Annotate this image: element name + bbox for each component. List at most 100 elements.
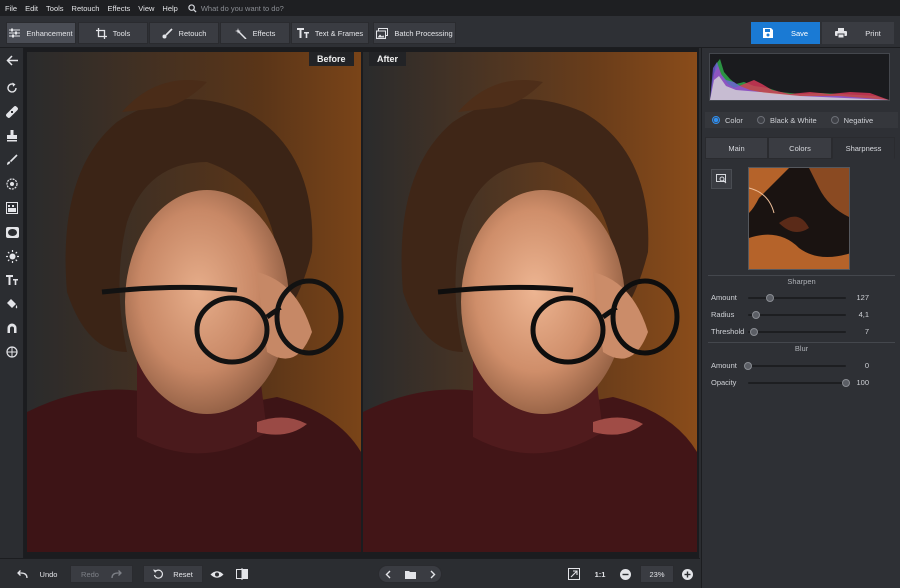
back-arrow-icon[interactable] [4, 52, 20, 68]
menu-tools[interactable]: Tools [46, 4, 64, 13]
slider-value: 4,1 [858, 310, 869, 319]
zoom-in-icon [681, 568, 693, 580]
rotate-icon[interactable] [4, 80, 20, 96]
fit-screen-button[interactable] [564, 565, 584, 583]
slider-label: Opacity [711, 378, 737, 387]
tab-retouch[interactable]: Retouch [149, 22, 219, 44]
fill-bucket-icon[interactable] [4, 296, 20, 312]
slider-label: Radius [711, 310, 735, 319]
slider-sharpen-amount[interactable]: Amount 127 [711, 292, 893, 304]
left-tool-strip [0, 48, 24, 558]
save-button[interactable]: Save [751, 22, 820, 44]
blur-section-title: Blur [794, 344, 809, 353]
subtab-main[interactable]: Main [705, 137, 768, 159]
eye-icon [210, 570, 224, 578]
subtab-colors[interactable]: Colors [768, 137, 832, 159]
sun-icon[interactable] [4, 248, 20, 264]
search-box[interactable]: What do you want to do? [188, 4, 284, 13]
after-label: After [369, 52, 407, 66]
tab-enhancement-label: Enhancement [26, 28, 73, 38]
fit-screen-icon [568, 568, 580, 580]
tab-enhancement[interactable]: Enhancement [6, 22, 76, 44]
radio-black-white[interactable] [756, 116, 765, 124]
adjustment-panel: Color Black & White Negative Main Colors… [701, 48, 900, 588]
images-icon [376, 27, 389, 39]
slider-track[interactable] [748, 379, 850, 387]
zoom-level-field[interactable]: 23% [640, 565, 674, 583]
preview-zoom-button[interactable] [711, 169, 732, 189]
crop-icon [95, 27, 107, 39]
slider-blur-amount[interactable]: Amount 0 [711, 360, 893, 372]
photo-canvas[interactable]: Before After [24, 48, 699, 558]
preview-eye-button[interactable] [206, 565, 228, 583]
print-button[interactable]: Print [822, 22, 894, 44]
zoom-in-button[interactable] [679, 565, 695, 583]
menu-effects[interactable]: Effects [107, 4, 130, 13]
sharpen-section-title: Sharpen [787, 277, 816, 286]
redo-button[interactable]: Redo [70, 565, 133, 583]
split-view-icon [236, 568, 248, 580]
slider-value: 0 [864, 361, 869, 370]
folder-icon[interactable] [404, 570, 416, 579]
tab-retouch-label: Retouch [178, 28, 207, 38]
tab-tools[interactable]: Tools [78, 22, 148, 44]
bottom-bar: Undo Redo Reset 1:1 23% [0, 558, 700, 588]
magic-wand-icon [234, 27, 247, 39]
undo-label: Undo [39, 569, 58, 579]
before-label: Before [309, 52, 354, 66]
tab-tools-label: Tools [112, 28, 131, 38]
slider-blur-opacity[interactable]: Opacity 100 [711, 377, 893, 389]
color-mode-group: Color Black & White Negative [705, 112, 898, 128]
zoom-out-button[interactable] [617, 565, 633, 583]
chevron-right-icon[interactable] [429, 570, 436, 579]
liquify-icon[interactable] [4, 320, 20, 336]
after-photo [363, 52, 697, 552]
slider-thumb[interactable] [749, 328, 758, 336]
radio-color[interactable] [712, 116, 720, 124]
actual-size-button[interactable]: 1:1 [590, 565, 610, 583]
redo-label: Redo [81, 569, 99, 579]
tab-effects[interactable]: Effects [220, 22, 290, 44]
slider-thumb[interactable] [744, 362, 752, 370]
slider-track[interactable] [744, 362, 846, 370]
slider-track[interactable] [748, 311, 846, 319]
tab-text-frames[interactable]: Text & Frames [291, 22, 369, 44]
vignette-icon[interactable] [4, 224, 20, 240]
brush-icon [162, 27, 173, 38]
healing-icon[interactable] [4, 104, 20, 120]
menu-help[interactable]: Help [162, 4, 177, 13]
tab-effects-label: Effects [252, 28, 276, 38]
chevron-left-icon[interactable] [385, 570, 392, 579]
subtab-sharpness[interactable]: Sharpness [832, 137, 895, 159]
radio-negative[interactable] [830, 116, 839, 124]
radio-negative-label: Negative [843, 115, 874, 125]
slider-thumb[interactable] [765, 294, 774, 302]
paint-brush-icon[interactable] [4, 152, 20, 168]
tab-batch-processing[interactable]: Batch Processing [373, 22, 456, 44]
undo-button[interactable]: Undo [8, 565, 66, 583]
slider-thumb[interactable] [751, 311, 760, 319]
slider-sharpen-threshold[interactable]: Threshold 7 [711, 326, 893, 338]
reset-button[interactable]: Reset [143, 565, 203, 583]
search-icon [188, 3, 197, 13]
menu-file[interactable]: File [5, 4, 17, 13]
menu-view[interactable]: View [138, 4, 154, 13]
save-label: Save [790, 28, 809, 38]
slider-sharpen-radius[interactable]: Radius 4,1 [711, 309, 893, 321]
sharpen-preview [748, 167, 850, 270]
gradient-icon[interactable] [4, 200, 20, 216]
stamp-icon[interactable] [4, 128, 20, 144]
search-placeholder: What do you want to do? [200, 3, 284, 13]
slider-track[interactable] [748, 294, 846, 302]
text-tool-icon[interactable] [4, 272, 20, 288]
printer-icon [835, 28, 848, 38]
compare-split-button[interactable] [231, 565, 253, 583]
radio-black-white-label: Black & White [769, 115, 817, 125]
menu-edit[interactable]: Edit [25, 4, 38, 13]
slider-track[interactable] [748, 328, 846, 336]
menu-retouch[interactable]: Retouch [72, 4, 100, 13]
slider-label: Amount [711, 361, 737, 370]
tab-batch-processing-label: Batch Processing [394, 28, 453, 38]
target-icon[interactable] [4, 176, 20, 192]
globe-icon[interactable] [4, 344, 20, 360]
